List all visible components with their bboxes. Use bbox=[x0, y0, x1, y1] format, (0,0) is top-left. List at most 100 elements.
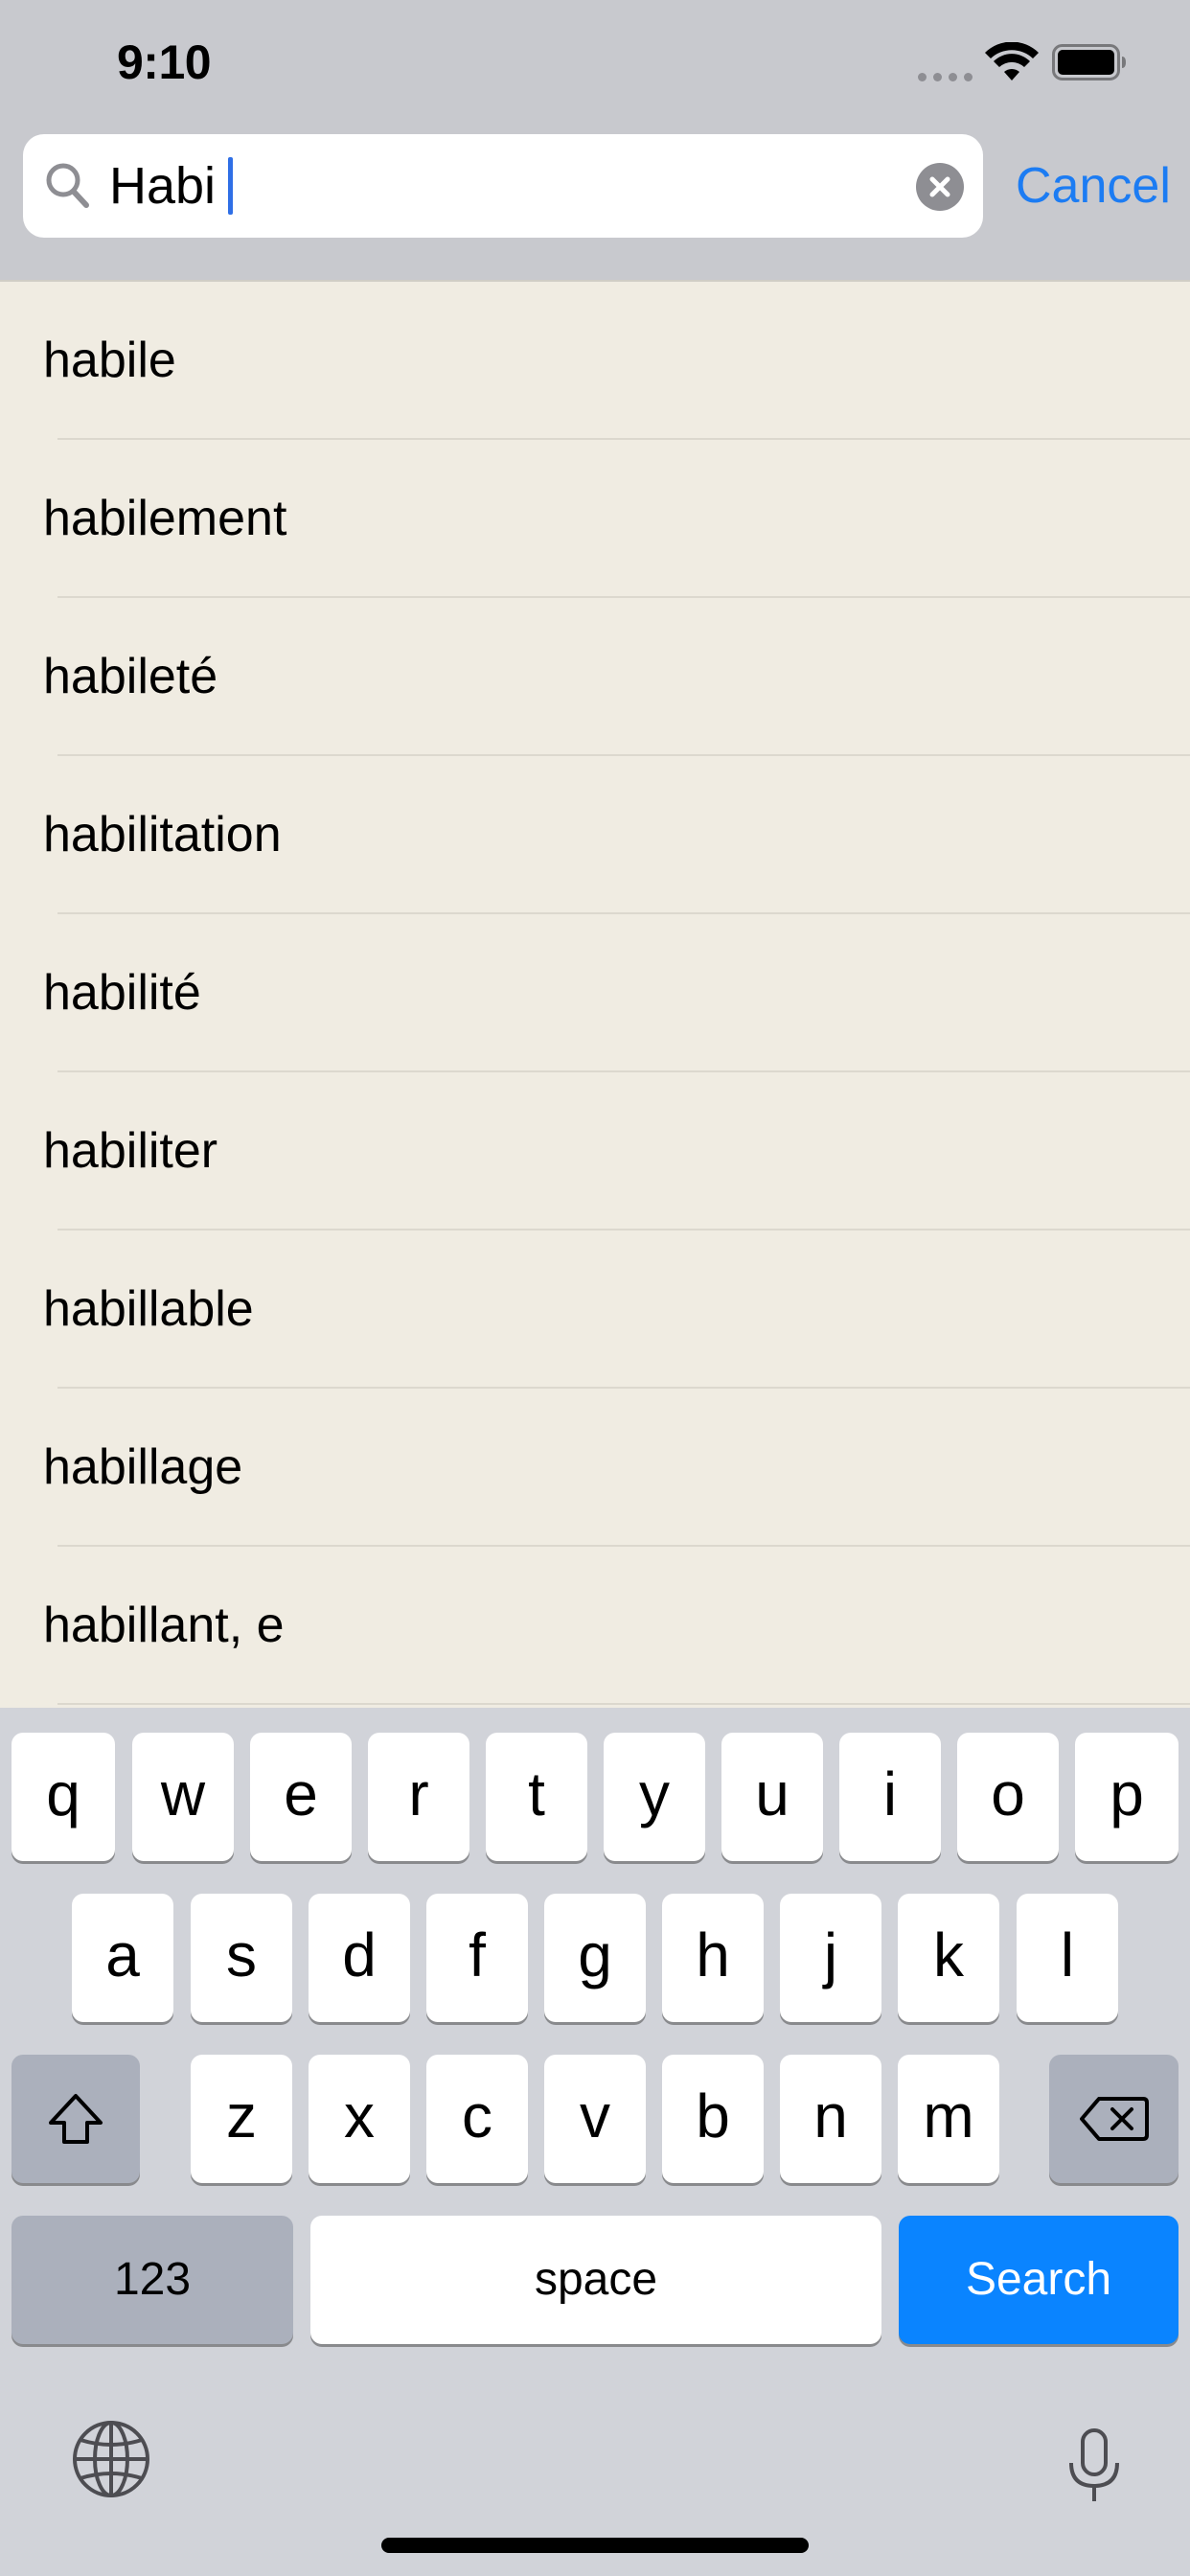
key-c[interactable]: c bbox=[426, 2055, 528, 2183]
key-label: s bbox=[226, 1920, 257, 1990]
list-item-label: habillable bbox=[43, 1281, 254, 1337]
list-item[interactable]: habillage bbox=[0, 1389, 1190, 1547]
key-g[interactable]: g bbox=[544, 1894, 646, 2022]
key-x[interactable]: x bbox=[309, 2055, 410, 2183]
keyboard-row-4: 123 space Search bbox=[0, 2216, 1190, 2344]
key-label: space bbox=[534, 2254, 658, 2305]
list-item-label: habilement bbox=[43, 491, 287, 546]
key-f[interactable]: f bbox=[426, 1894, 528, 2022]
keyboard-row-1: q w e r t y u i o p bbox=[0, 1733, 1190, 1861]
list-item-label: habilitation bbox=[43, 807, 282, 862]
key-q[interactable]: q bbox=[11, 1733, 115, 1861]
key-label: z bbox=[226, 2082, 257, 2150]
shift-key[interactable] bbox=[11, 2055, 140, 2183]
list-item[interactable]: habillant, e bbox=[0, 1547, 1190, 1705]
key-label: r bbox=[408, 1760, 429, 1828]
key-p[interactable]: p bbox=[1075, 1733, 1179, 1861]
key-n[interactable]: n bbox=[780, 2055, 881, 2183]
list-item-label: habilité bbox=[43, 965, 201, 1021]
search-input[interactable]: Habi bbox=[23, 134, 983, 238]
key-label: l bbox=[1060, 1920, 1075, 1990]
key-b[interactable]: b bbox=[662, 2055, 764, 2183]
battery-icon bbox=[1052, 44, 1126, 80]
search-key[interactable]: Search bbox=[899, 2216, 1179, 2344]
shift-icon bbox=[49, 2094, 103, 2144]
key-label: m bbox=[923, 2082, 974, 2150]
list-item-label: habillage bbox=[43, 1439, 243, 1495]
list-item[interactable]: habilitation bbox=[0, 756, 1190, 914]
home-indicator bbox=[381, 2538, 809, 2553]
search-icon bbox=[46, 163, 89, 208]
key-label: w bbox=[160, 1760, 206, 1828]
status-bar: 9:10 bbox=[0, 0, 1190, 130]
suggestion-list: habile habilement habileté habilitation … bbox=[0, 280, 1190, 1708]
key-label: o bbox=[991, 1760, 1025, 1828]
key-i[interactable]: i bbox=[839, 1733, 941, 1861]
key-label: t bbox=[528, 1760, 545, 1828]
key-label: u bbox=[755, 1760, 790, 1828]
key-label: f bbox=[469, 1920, 486, 1990]
key-v[interactable]: v bbox=[544, 2055, 646, 2183]
text-cursor bbox=[228, 157, 233, 215]
list-item-label: habile bbox=[43, 333, 176, 388]
key-label: x bbox=[344, 2082, 375, 2150]
key-label: h bbox=[696, 1920, 730, 1990]
list-item[interactable]: habilement bbox=[0, 440, 1190, 598]
divider bbox=[57, 1703, 1190, 1705]
key-o[interactable]: o bbox=[957, 1733, 1059, 1861]
delete-key[interactable] bbox=[1049, 2055, 1179, 2183]
key-label: d bbox=[342, 1920, 377, 1990]
key-h[interactable]: h bbox=[662, 1894, 764, 2022]
key-label: n bbox=[813, 2082, 848, 2150]
list-item[interactable]: habile bbox=[0, 282, 1190, 440]
key-s[interactable]: s bbox=[191, 1894, 292, 2022]
key-l[interactable]: l bbox=[1017, 1894, 1118, 2022]
key-w[interactable]: w bbox=[132, 1733, 234, 1861]
delete-icon bbox=[1079, 2097, 1149, 2141]
key-label: v bbox=[580, 2082, 610, 2150]
list-item-label: habileté bbox=[43, 649, 218, 704]
key-y[interactable]: y bbox=[604, 1733, 705, 1861]
key-k[interactable]: k bbox=[898, 1894, 999, 2022]
key-m[interactable]: m bbox=[898, 2055, 999, 2183]
space-key[interactable]: space bbox=[310, 2216, 881, 2344]
list-item-label: habiliter bbox=[43, 1123, 218, 1179]
key-label: j bbox=[823, 1920, 838, 1990]
list-item[interactable]: habillable bbox=[0, 1230, 1190, 1389]
key-e[interactable]: e bbox=[250, 1733, 352, 1861]
key-t[interactable]: t bbox=[486, 1733, 587, 1861]
key-label: b bbox=[696, 2082, 730, 2150]
microphone-icon[interactable] bbox=[1065, 2428, 1123, 2505]
key-j[interactable]: j bbox=[780, 1894, 881, 2022]
search-input-value: Habi bbox=[109, 157, 217, 215]
key-d[interactable]: d bbox=[309, 1894, 410, 2022]
keyboard-row-2: a s d f g h j k l bbox=[0, 1894, 1190, 2022]
list-item[interactable]: habiliter bbox=[0, 1072, 1190, 1230]
wifi-icon bbox=[985, 42, 1039, 80]
key-label: 123 bbox=[113, 2254, 192, 2305]
key-label: c bbox=[462, 2082, 492, 2150]
keyboard: q w e r t y u i o p a s d f g h j k l z … bbox=[0, 1708, 1190, 2576]
key-label: Search bbox=[965, 2254, 1112, 2305]
key-label: k bbox=[933, 1920, 964, 1990]
key-label: i bbox=[882, 1760, 898, 1828]
keyboard-row-3: z x c v b n m bbox=[0, 2055, 1190, 2183]
list-item[interactable]: habilité bbox=[0, 914, 1190, 1072]
key-a[interactable]: a bbox=[72, 1894, 173, 2022]
list-item[interactable]: habileté bbox=[0, 598, 1190, 756]
key-label: a bbox=[105, 1920, 140, 1990]
key-label: p bbox=[1110, 1760, 1144, 1828]
key-label: e bbox=[284, 1760, 318, 1828]
key-label: g bbox=[578, 1920, 612, 1990]
globe-icon[interactable] bbox=[71, 2419, 151, 2499]
signal-icon bbox=[918, 73, 973, 81]
clear-icon[interactable] bbox=[916, 163, 964, 211]
key-u[interactable]: u bbox=[721, 1733, 823, 1861]
key-z[interactable]: z bbox=[191, 2055, 292, 2183]
status-time: 9:10 bbox=[117, 35, 212, 89]
numbers-key[interactable]: 123 bbox=[11, 2216, 293, 2344]
cancel-button[interactable]: Cancel bbox=[1016, 155, 1171, 217]
key-label: q bbox=[46, 1760, 80, 1828]
key-label: y bbox=[639, 1760, 670, 1828]
key-r[interactable]: r bbox=[368, 1733, 469, 1861]
